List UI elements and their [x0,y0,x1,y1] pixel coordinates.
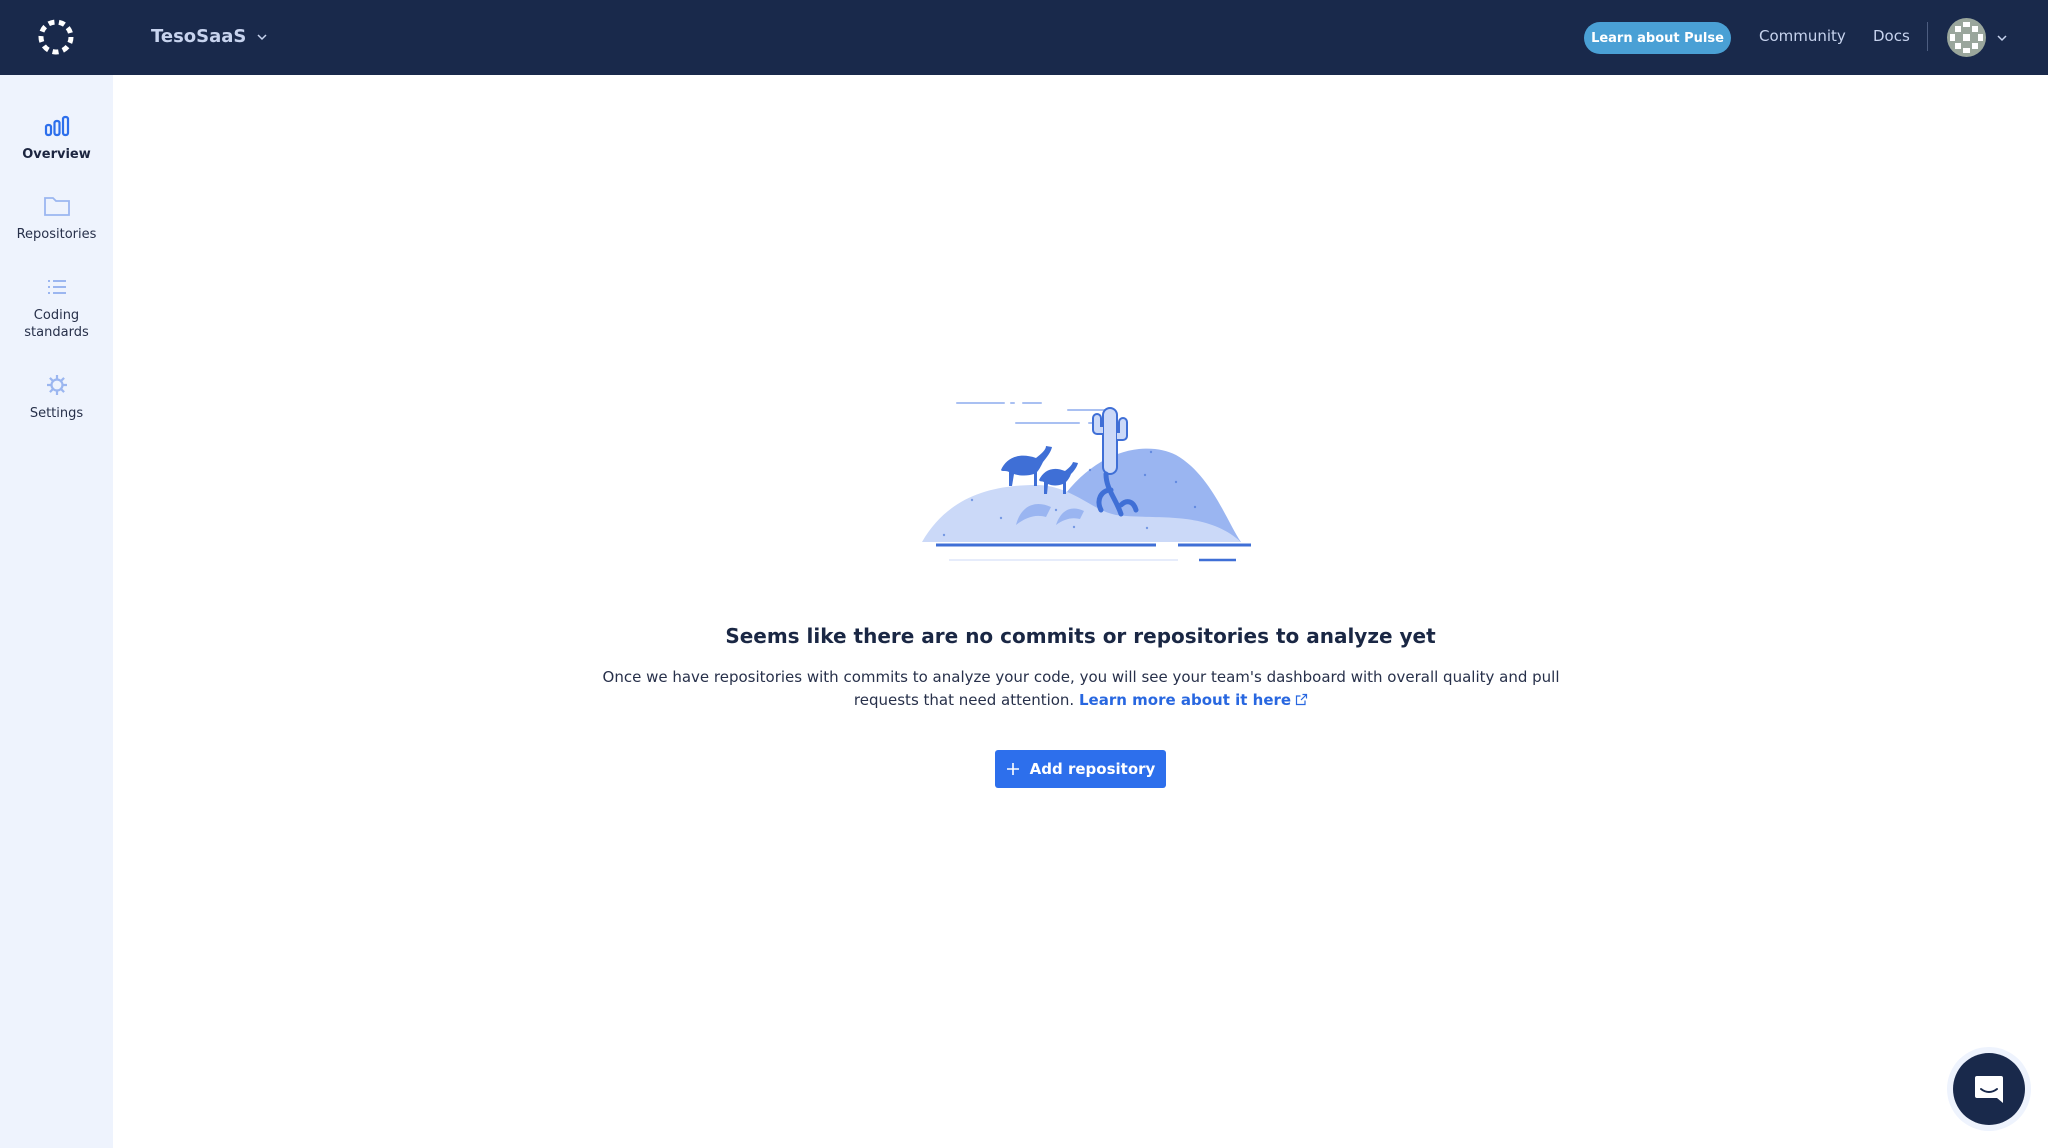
organization-switcher[interactable]: TesoSaaS [151,26,268,47]
top-navigation-bar: TesoSaaS Learn about Pulse Community Doc… [0,0,2048,75]
sidebar-item-label: Repositories [16,227,97,242]
organization-name: TesoSaaS [151,26,247,47]
sidebar-item-label: Overview [22,147,91,162]
chat-widget-button[interactable] [1953,1053,2025,1125]
sidebar-item-settings[interactable]: Settings [0,371,113,422]
gear-icon [43,371,71,399]
sidebar-item-overview[interactable]: Overview [0,112,113,163]
list-icon [43,273,71,301]
external-link-icon [1295,693,1308,706]
sidebar-item-label: Settings [29,406,84,421]
plus-icon [1006,763,1019,775]
add-repository-button[interactable]: Add repository [995,750,1166,788]
sidebar-item-label: Coding standards [24,308,89,340]
folder-icon [43,192,71,220]
docs-link[interactable]: Docs [1873,27,1910,45]
chevron-down-icon [257,33,267,40]
sidebar-item-coding-standards[interactable]: Coding standards [0,273,113,341]
learn-more-link[interactable]: Learn more about it here [1079,691,1308,709]
account-menu-chevron-icon[interactable] [1996,32,2008,44]
community-link[interactable]: Community [1759,27,1846,45]
user-avatar[interactable] [1947,18,1986,57]
logo-icon[interactable] [36,17,76,57]
learn-about-pulse-button[interactable]: Learn about Pulse [1584,22,1731,54]
bar-chart-icon [43,112,71,140]
sidebar-item-repositories[interactable]: Repositories [0,192,113,243]
empty-state-title: Seems like there are no commits or repos… [725,624,1436,648]
desert-illustration [922,402,1251,562]
empty-state-description: Once we have repositories with commits t… [600,666,1562,712]
chat-bubble-icon [1975,1076,2003,1103]
learn-more-link-label: Learn more about it here [1078,691,1292,709]
header-divider [1927,22,1928,51]
add-repository-label: Add repository [1029,760,1156,778]
sidebar: Overview Repositories Coding standards S… [0,75,113,1148]
